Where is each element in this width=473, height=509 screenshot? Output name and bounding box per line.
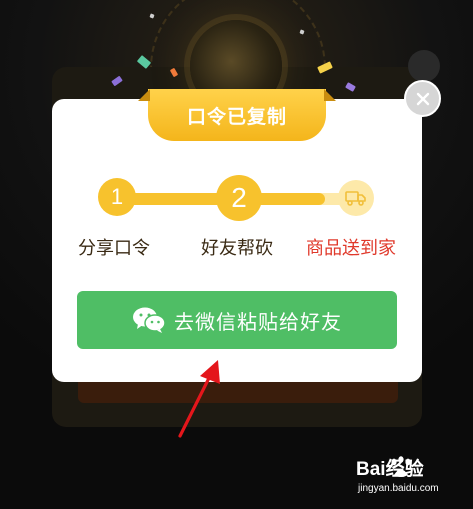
step-1-circle: 1 [98,178,136,216]
paste-to-wechat-label: 去微信粘贴给好友 [174,309,342,334]
step-1-label: 分享口令 [78,238,150,259]
baidu-jingyan-watermark: Bai经验 jingyan.baidu.com [350,452,468,502]
dialog-title: 口令已复制 [186,105,287,128]
dialog-title-banner: 口令已复制 [148,89,326,141]
background-card-footer [78,381,398,403]
red-arrow-icon [178,360,220,438]
step-2-label: 好友帮砍 [201,238,273,259]
confetti-piece [149,13,155,19]
watermark-brand: Bai经验 [356,459,424,480]
step-2-circle: 2 [216,175,262,221]
step-3-label: 商品送到家 [306,238,396,259]
watermark-url: jingyan.baidu.com [358,483,439,494]
step-1-number: 1 [110,184,124,209]
step-3-circle [338,180,374,216]
step-2-number: 2 [231,182,247,213]
truck-icon [345,191,366,206]
background-close-button [408,50,440,82]
paste-to-wechat-button[interactable]: 去微信粘贴给好友 [77,291,397,349]
close-icon [416,92,429,105]
screen: 口令已复制 1 2 分享口令 好友帮砍 商品送到家 去微信粘贴给好友 Bai经验… [0,0,473,509]
wechat-icon [133,307,166,333]
close-button[interactable] [404,80,441,117]
